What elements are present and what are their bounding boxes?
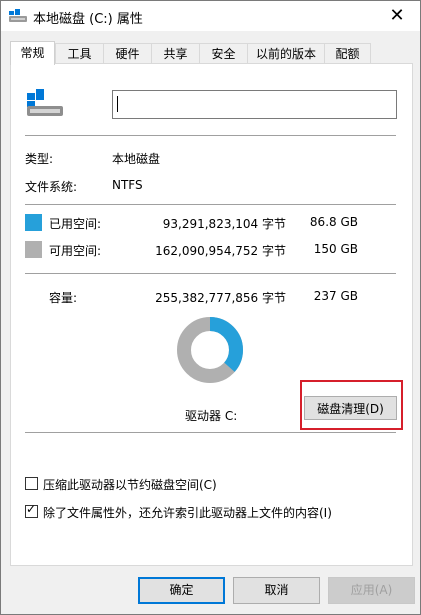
filesystem-label: 文件系统: xyxy=(25,180,78,194)
close-icon: ✕ xyxy=(389,5,405,26)
highlight-box xyxy=(300,380,403,430)
type-label: 类型: xyxy=(25,152,54,166)
separator xyxy=(25,273,396,274)
compress-checkbox[interactable] xyxy=(25,477,38,490)
free-space-size: 150 GB xyxy=(313,242,358,256)
tab-previous-versions[interactable]: 以前的版本 xyxy=(247,43,325,64)
window-title: 本地磁盘 (C:) 属性 xyxy=(33,12,143,27)
type-value: 本地磁盘 xyxy=(112,152,161,166)
capacity-bytes: 255,382,777,856 字节 xyxy=(155,291,286,305)
disk-usage-donut xyxy=(177,317,243,383)
tab-hardware[interactable]: 硬件 xyxy=(103,43,152,64)
checkmark-icon: ✓ xyxy=(26,502,37,516)
drive-name-input[interactable] xyxy=(112,90,397,119)
used-space-size: 86.8 GB xyxy=(309,215,358,229)
ok-button[interactable]: 确定 xyxy=(138,577,225,604)
free-space-bytes: 162,090,954,752 字节 xyxy=(155,244,286,258)
separator xyxy=(25,432,396,433)
tab-quota[interactable]: 配额 xyxy=(324,43,371,64)
index-checkbox-label: 除了文件属性外，还允许索引此驱动器上文件的内容(I) xyxy=(43,506,332,520)
tab-sharing[interactable]: 共享 xyxy=(151,43,200,64)
title-bar: 本地磁盘 (C:) 属性 ✕ xyxy=(1,1,420,31)
separator xyxy=(25,135,396,136)
tab-general[interactable]: 常规 xyxy=(10,41,55,65)
text-caret xyxy=(117,96,118,112)
compress-checkbox-label: 压缩此驱动器以节约磁盘空间(C) xyxy=(43,478,217,492)
apply-button[interactable]: 应用(A) xyxy=(328,577,415,604)
local-disk-icon xyxy=(27,89,63,116)
tab-tools[interactable]: 工具 xyxy=(55,43,104,64)
index-checkbox[interactable]: ✓ xyxy=(25,502,38,518)
properties-window: 本地磁盘 (C:) 属性 ✕ 常规 工具 硬件 共享 安全 以前的版本 配额 类… xyxy=(0,0,421,615)
used-space-bytes: 93,291,823,104 字节 xyxy=(162,217,286,231)
used-space-swatch xyxy=(25,214,42,231)
close-button[interactable]: ✕ xyxy=(374,1,420,31)
separator xyxy=(25,204,396,205)
free-space-swatch xyxy=(25,241,42,258)
capacity-size: 237 GB xyxy=(313,289,358,303)
tab-security[interactable]: 安全 xyxy=(199,43,248,64)
capacity-label: 容量: xyxy=(49,291,78,305)
drive-icon xyxy=(9,9,27,22)
free-space-label: 可用空间: xyxy=(49,244,102,258)
filesystem-value: NTFS xyxy=(112,178,143,192)
general-panel: 类型: 本地磁盘 文件系统: NTFS 已用空间: 93,291,823,104… xyxy=(10,63,413,566)
drive-letter-label: 驱动器 C: xyxy=(185,409,238,423)
cancel-button[interactable]: 取消 xyxy=(233,577,320,604)
used-space-label: 已用空间: xyxy=(49,217,102,231)
